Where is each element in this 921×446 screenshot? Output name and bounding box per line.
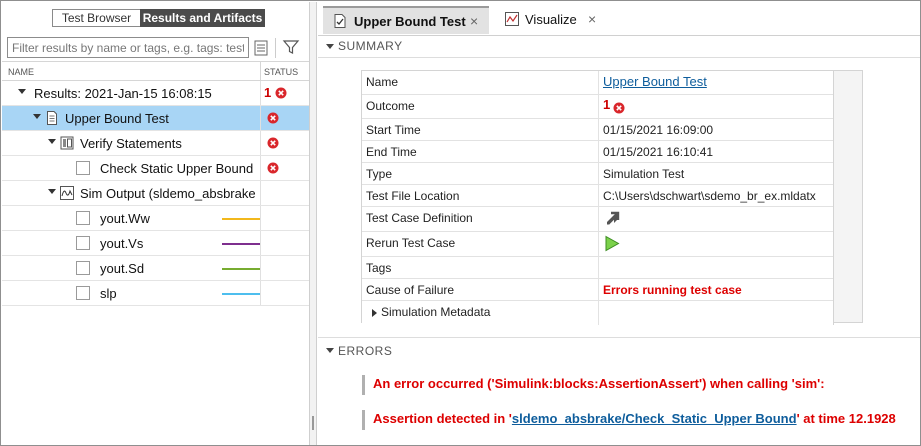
summary-row-tags: Tags [362, 257, 833, 279]
tree-row-sim-output[interactable]: Sim Output (sldemo_absbrake [2, 181, 309, 206]
tree-row-verify-statements[interactable]: Verify Statements [2, 131, 309, 156]
signal-color-line [222, 293, 260, 295]
error-status-icon [267, 162, 279, 174]
summary-row-type: Type Simulation Test [362, 163, 833, 185]
tree-row-signal[interactable]: yout.Vs [2, 231, 309, 256]
tree-row-check-static-upper-bound[interactable]: Check Static Upper Bound [2, 156, 309, 181]
summary-row-rerun-test-case: Rerun Test Case [362, 232, 833, 257]
plot-checkbox[interactable] [76, 161, 90, 175]
tree-column-header: NAME STATUS [2, 61, 309, 81]
tree-row-upper-bound-test[interactable]: Upper Bound Test [2, 106, 309, 131]
collapse-triangle-icon[interactable] [48, 189, 56, 194]
visualize-chart-icon [505, 12, 519, 26]
close-tab-icon[interactable]: × [588, 11, 596, 27]
test-name-link[interactable]: Upper Bound Test [603, 74, 707, 89]
test-case-report-icon [334, 14, 346, 28]
left-pane: Test Browser Results and Artifacts NAME … [2, 2, 309, 445]
verify-statements-icon [60, 136, 74, 150]
collapse-triangle-icon[interactable] [326, 44, 334, 49]
plot-checkbox[interactable] [76, 261, 90, 275]
signal-color-line [222, 268, 260, 270]
tab-test-browser[interactable]: Test Browser [52, 9, 140, 27]
right-pane: Upper Bound Test × Visualize × SUMMARY N… [318, 2, 920, 445]
tab-upper-bound-test[interactable]: Upper Bound Test × [323, 6, 489, 34]
expand-triangle-icon[interactable] [372, 309, 377, 317]
summary-row-test-case-definition: Test Case Definition [362, 207, 833, 232]
tree-row-signal[interactable]: yout.Ww [2, 206, 309, 231]
collapse-triangle-icon[interactable] [33, 114, 41, 119]
summary-row-outcome: Outcome 1 [362, 95, 833, 119]
error-status-icon [613, 102, 625, 114]
signal-color-line [222, 218, 260, 220]
summary-row-test-file-location: Test File Location C:\Users\dschwart\sde… [362, 185, 833, 207]
error-status-icon [267, 137, 279, 149]
summary-table: Name Upper Bound Test Outcome 1 Start Ti… [362, 71, 834, 325]
error-status-icon [275, 87, 287, 99]
run-play-icon[interactable] [604, 235, 620, 252]
plot-checkbox[interactable] [76, 236, 90, 250]
toolbar-separator [275, 38, 276, 58]
error-status-icon [267, 112, 279, 124]
test-case-document-icon [47, 111, 57, 125]
filter-toolbar [2, 35, 309, 61]
filter-funnel-icon[interactable] [282, 38, 300, 56]
summary-row-simulation-metadata[interactable]: Simulation Metadata [362, 301, 833, 325]
app-window: Test Browser Results and Artifacts NAME … [0, 0, 921, 446]
summary-panel: Name Upper Bound Test Outcome 1 Start Ti… [361, 70, 863, 325]
tree-row-signal[interactable]: yout.Sd [2, 256, 309, 281]
plot-checkbox[interactable] [76, 211, 90, 225]
tab-visualize[interactable]: Visualize × [498, 6, 603, 34]
list-view-icon[interactable] [252, 39, 270, 57]
results-tree: Results: 2021-Jan-15 16:08:15 1 Upper Bo… [2, 81, 309, 306]
tab-results-and-artifacts[interactable]: Results and Artifacts [140, 9, 265, 27]
column-name-header: NAME [8, 67, 35, 77]
summary-row-end-time: End Time 01/15/2021 16:10:41 [362, 141, 833, 163]
error-message-2: Assertion detected in 'sldemo_absbrake/C… [362, 410, 896, 430]
sim-output-signal-icon [60, 186, 74, 200]
pane-splitter[interactable] [309, 2, 317, 445]
summary-row-start-time: Start Time 01/15/2021 16:09:00 [362, 119, 833, 141]
assertion-block-link[interactable]: sldemo_absbrake/Check_Static_Upper Bound [512, 411, 797, 426]
plot-checkbox[interactable] [76, 286, 90, 300]
collapse-triangle-icon[interactable] [48, 139, 56, 144]
error-message-1: An error occurred ('Simulink:blocks:Asse… [362, 375, 825, 395]
outcome-failure-count: 1 [603, 97, 611, 112]
column-status-header: STATUS [264, 67, 299, 77]
go-to-definition-arrow-icon[interactable] [604, 211, 620, 227]
tree-row-results[interactable]: Results: 2021-Jan-15 16:08:15 1 [2, 81, 309, 106]
collapse-triangle-icon[interactable] [326, 348, 334, 353]
summary-row-name: Name Upper Bound Test [362, 71, 833, 95]
document-tabs: Upper Bound Test × Visualize × [318, 2, 920, 36]
collapse-triangle-icon[interactable] [18, 89, 26, 94]
signal-color-line [222, 243, 260, 245]
close-tab-icon[interactable]: × [470, 13, 478, 29]
failure-count: 1 [264, 85, 272, 100]
summary-row-cause-of-failure: Cause of Failure Errors running test cas… [362, 279, 833, 301]
left-tabs: Test Browser Results and Artifacts [2, 2, 309, 34]
filter-results-input[interactable] [7, 37, 249, 58]
splitter-grip[interactable] [312, 416, 314, 430]
tree-row-signal[interactable]: slp [2, 281, 309, 306]
